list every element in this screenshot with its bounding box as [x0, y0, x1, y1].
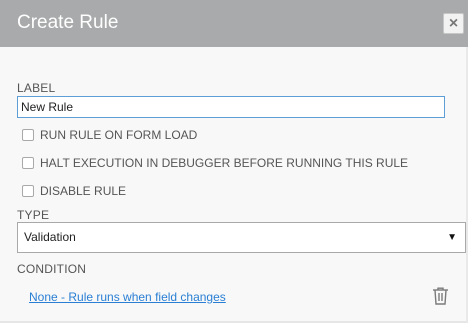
type-select[interactable]: Validation ▼	[17, 222, 466, 253]
halt-debugger-checkbox[interactable]	[22, 157, 34, 169]
chevron-down-icon: ▼	[447, 232, 457, 243]
close-button[interactable]: ×	[443, 13, 464, 34]
run-on-load-label: RUN RULE ON FORM LOAD	[40, 128, 198, 142]
type-heading: TYPE	[17, 208, 50, 222]
condition-link[interactable]: None - Rule runs when field changes	[29, 290, 226, 304]
create-rule-dialog: Create Rule × LABEL RUN RULE ON FORM LOA…	[0, 0, 468, 323]
dialog-titlebar: Create Rule ×	[0, 0, 468, 47]
trash-icon[interactable]	[432, 287, 449, 305]
dialog-title: Create Rule	[17, 12, 119, 33]
disable-rule-label: DISABLE RULE	[40, 184, 127, 198]
checkbox-row-halt-debugger[interactable]: HALT EXECUTION IN DEBUGGER BEFORE RUNNIN…	[22, 155, 408, 171]
checkbox-row-disable-rule[interactable]: DISABLE RULE	[22, 183, 126, 199]
rule-label-input[interactable]	[17, 96, 445, 118]
checkbox-row-run-on-load[interactable]: RUN RULE ON FORM LOAD	[22, 127, 197, 143]
run-on-load-checkbox[interactable]	[22, 129, 34, 141]
label-heading: LABEL	[17, 81, 56, 95]
disable-rule-checkbox[interactable]	[22, 185, 34, 197]
type-select-value: Validation	[24, 230, 76, 244]
condition-heading: CONDITION	[17, 262, 87, 276]
halt-debugger-label: HALT EXECUTION IN DEBUGGER BEFORE RUNNIN…	[40, 156, 409, 170]
